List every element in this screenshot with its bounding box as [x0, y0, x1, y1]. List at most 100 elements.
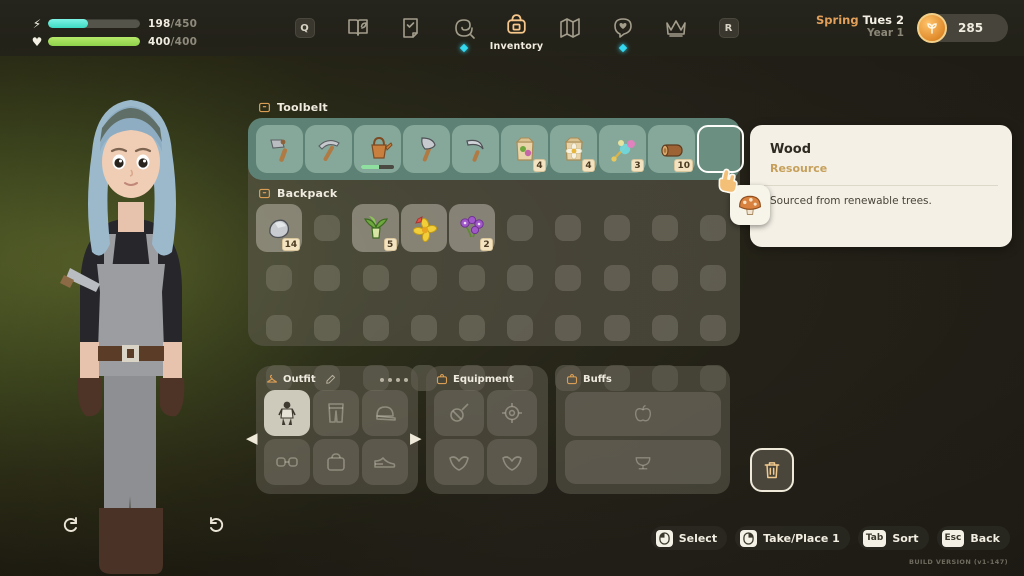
outfit-slot-body[interactable] [264, 390, 310, 436]
energy-stat: ⚡ 198/450 [30, 17, 197, 30]
toolbelt-slot-hoe[interactable] [256, 125, 303, 173]
page-dot[interactable] [380, 378, 384, 382]
backpack-slot-empty[interactable] [593, 204, 639, 252]
nav-key-q[interactable]: Q [278, 0, 331, 56]
sidebar-item-skills[interactable] [437, 0, 490, 56]
sidebar-item-social[interactable] [596, 0, 649, 56]
page-dot[interactable] [388, 378, 392, 382]
page-dot[interactable] [396, 378, 400, 382]
backpack-slot-empty[interactable] [545, 304, 591, 352]
sidebar-item-quests[interactable] [384, 0, 437, 56]
rotate-right-icon[interactable] [205, 515, 225, 538]
backpack-slot-leek[interactable]: 5 [352, 204, 399, 252]
scythe-icon [465, 139, 484, 162]
toolbelt-slot-watering-can[interactable] [354, 125, 401, 173]
backpack-slot-empty[interactable] [352, 254, 398, 302]
tooltip-item-type: Resource [770, 162, 828, 175]
nav-key-r[interactable]: R [702, 0, 755, 56]
toolbelt-slot-scythe[interactable] [452, 125, 499, 173]
toolbelt-slots: 4 4 3 10 [256, 125, 744, 173]
backpack-slot-empty[interactable] [690, 254, 736, 302]
shoes-icon [374, 457, 396, 468]
drink-icon [635, 457, 651, 470]
outfit-body-icon [278, 401, 296, 425]
backpack-slot-empty[interactable] [690, 304, 736, 352]
toolbelt-slot-wood[interactable]: 10 [648, 125, 695, 173]
backpack-slot-empty[interactable] [593, 304, 639, 352]
trash-icon [764, 462, 780, 479]
hint-take-place[interactable]: Take/Place 1 [735, 526, 850, 550]
backpack-slot-empty[interactable] [401, 254, 447, 302]
amulet-icon [450, 403, 469, 422]
backpack-slot-empty[interactable] [256, 304, 302, 352]
equipment-slot-ring-left[interactable] [434, 439, 484, 485]
hint-sort[interactable]: Tab Sort [857, 526, 929, 550]
backpack-slot-empty[interactable] [545, 254, 591, 302]
backpack-slot-empty[interactable] [401, 304, 447, 352]
health-stat: ♥ 400/400 [30, 35, 197, 48]
backpack-icon [507, 14, 526, 34]
outfit-slot-glasses[interactable] [264, 439, 310, 485]
item-count: 3 [631, 159, 644, 172]
backpack-slot-empty[interactable] [497, 254, 543, 302]
heart-chat-icon [613, 18, 632, 38]
hint-select[interactable]: Select [650, 526, 728, 550]
buff-slot-food[interactable] [565, 392, 721, 436]
page-dot[interactable] [404, 378, 408, 382]
outfit-slot-hat[interactable] [362, 390, 408, 436]
backpack-slot-empty[interactable] [449, 304, 495, 352]
toolbelt-slot-turnip-seeds[interactable]: 4 [501, 125, 548, 173]
day-label: Tues 2 [862, 13, 904, 27]
pencil-icon[interactable] [325, 374, 336, 385]
backpack-slot-empty[interactable] [593, 254, 639, 302]
rotate-left-icon[interactable] [62, 515, 82, 538]
toolbelt-slot-axe[interactable] [403, 125, 450, 173]
crown-icon [665, 20, 686, 37]
esc-key-icon: Esc [941, 529, 965, 547]
character-preview[interactable] [0, 56, 250, 576]
equipment-slot-charm[interactable] [487, 390, 537, 436]
backpack-slot-empty[interactable] [497, 304, 543, 352]
backpack-slot-empty[interactable] [256, 254, 302, 302]
hint-back-label: Back [970, 531, 1000, 545]
toolbelt-slot-bubble-wand[interactable]: 3 [599, 125, 646, 173]
outfit-slot-bag[interactable] [313, 439, 359, 485]
hint-back[interactable]: Esc Back [936, 526, 1010, 550]
backpack-slot-empty[interactable] [449, 254, 495, 302]
backpack-slot-purple-flowers[interactable]: 2 [448, 204, 496, 252]
sidebar-item-crown[interactable] [649, 0, 702, 56]
equipment-slots [434, 390, 548, 485]
outfit-slot-pants[interactable] [313, 390, 359, 436]
toolbelt-slot-flower-seeds[interactable]: 4 [550, 125, 597, 173]
sidebar-item-inventory[interactable]: Inventory [490, 0, 543, 56]
backpack-slot-empty[interactable] [497, 204, 543, 252]
backpack-slot-stone[interactable]: 14 [256, 204, 303, 252]
item-tooltip: Wood Resource Sourced from renewable tre… [750, 125, 1012, 247]
outfit-slot-shoes[interactable] [362, 439, 408, 485]
backpack-slot-empty[interactable] [642, 204, 688, 252]
trash-button[interactable] [750, 448, 794, 492]
backpack-slot-empty[interactable] [352, 304, 398, 352]
arrow-right-icon[interactable]: ▶ [410, 431, 422, 446]
hat-icon [376, 406, 396, 421]
equipment-slot-amulet[interactable] [434, 390, 484, 436]
backpack-slot-empty[interactable] [304, 304, 350, 352]
backpack-slot-daffodil[interactable] [400, 204, 447, 252]
backpack-row: 14 5 2 [256, 204, 736, 252]
backpack-slot-empty[interactable] [304, 254, 350, 302]
backpack-slot-empty[interactable] [304, 204, 350, 252]
arrow-left-icon[interactable]: ◀ [246, 431, 258, 446]
sidebar-item-journal[interactable] [331, 0, 384, 56]
sidebar-item-map[interactable] [543, 0, 596, 56]
equipment-slot-ring-right[interactable] [487, 439, 537, 485]
backpack-slot-empty[interactable] [642, 254, 688, 302]
toolbelt-slot-pickaxe[interactable] [305, 125, 352, 173]
year-label: Year 1 [867, 27, 904, 40]
buffs-header: Buffs [566, 373, 612, 385]
toolbelt-label: Toolbelt [277, 101, 328, 114]
buff-slot-drink[interactable] [565, 440, 721, 484]
backpack-slot-empty[interactable] [642, 304, 688, 352]
watering-can-icon [370, 136, 393, 159]
backpack-slot-empty[interactable] [545, 204, 591, 252]
top-hud-bar: ⚡ 198/450 ♥ 400/400 Q Inventory R Spring… [0, 0, 1024, 56]
